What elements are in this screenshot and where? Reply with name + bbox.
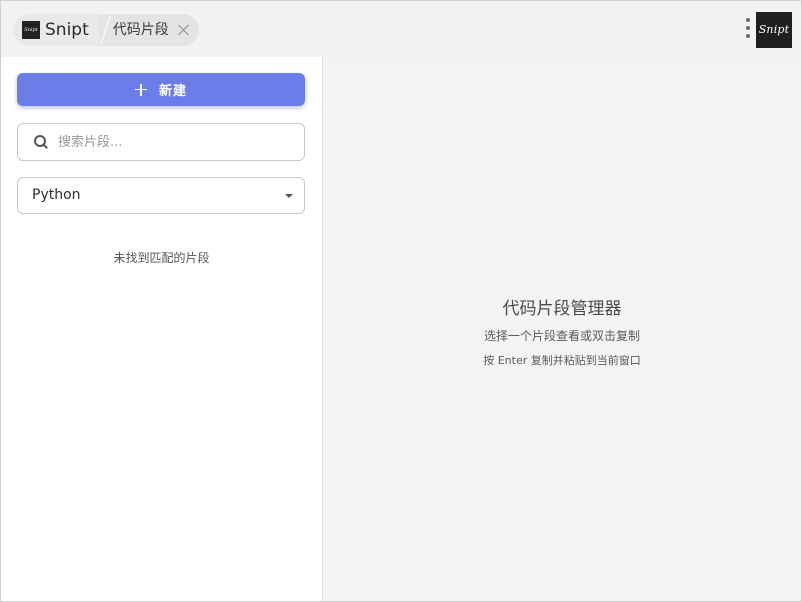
chevron-down-icon	[285, 194, 293, 198]
breadcrumb-app[interactable]: Snipt Snipt	[13, 14, 99, 46]
app-window: Snipt Snipt 代码片段 Snipt 新建 Python	[0, 0, 802, 602]
more-dot	[746, 26, 750, 30]
tab-snippets[interactable]: 代码片段	[111, 14, 199, 46]
tab-snippets-label: 代码片段	[112, 22, 169, 38]
main-hint-enter: 按 Enter 复制并粘贴到当前窗口	[483, 354, 641, 367]
sidebar: 新建 Python 未找到匹配的片段	[1, 57, 323, 601]
app-logo: Snipt	[756, 12, 792, 48]
search-box[interactable]	[17, 123, 305, 161]
app-name: Snipt	[45, 20, 89, 40]
empty-state-message: 未找到匹配的片段	[113, 251, 210, 265]
new-snippet-button[interactable]: 新建	[17, 73, 305, 106]
plus-icon	[134, 83, 147, 96]
breadcrumb-separator	[99, 14, 111, 46]
language-select-value: Python	[32, 187, 81, 203]
more-dot	[746, 18, 750, 22]
search-icon	[34, 135, 48, 149]
new-button-label: 新建	[158, 84, 187, 99]
breadcrumb: Snipt Snipt 代码片段	[13, 14, 199, 46]
close-icon[interactable]	[177, 23, 191, 37]
search-input[interactable]	[58, 127, 294, 157]
app-logo-small: Snipt	[22, 21, 40, 39]
main-panel: 代码片段管理器 选择一个片段查看或双击复制 按 Enter 复制并粘贴到当前窗口	[323, 57, 801, 601]
main-title: 代码片段管理器	[502, 299, 622, 319]
language-select[interactable]: Python	[17, 177, 305, 214]
more-vertical-icon[interactable]	[743, 18, 753, 42]
title-bar: Snipt Snipt 代码片段 Snipt	[1, 1, 801, 57]
main-hint-select: 选择一个片段查看或双击复制	[483, 329, 640, 343]
more-dot	[746, 34, 750, 38]
